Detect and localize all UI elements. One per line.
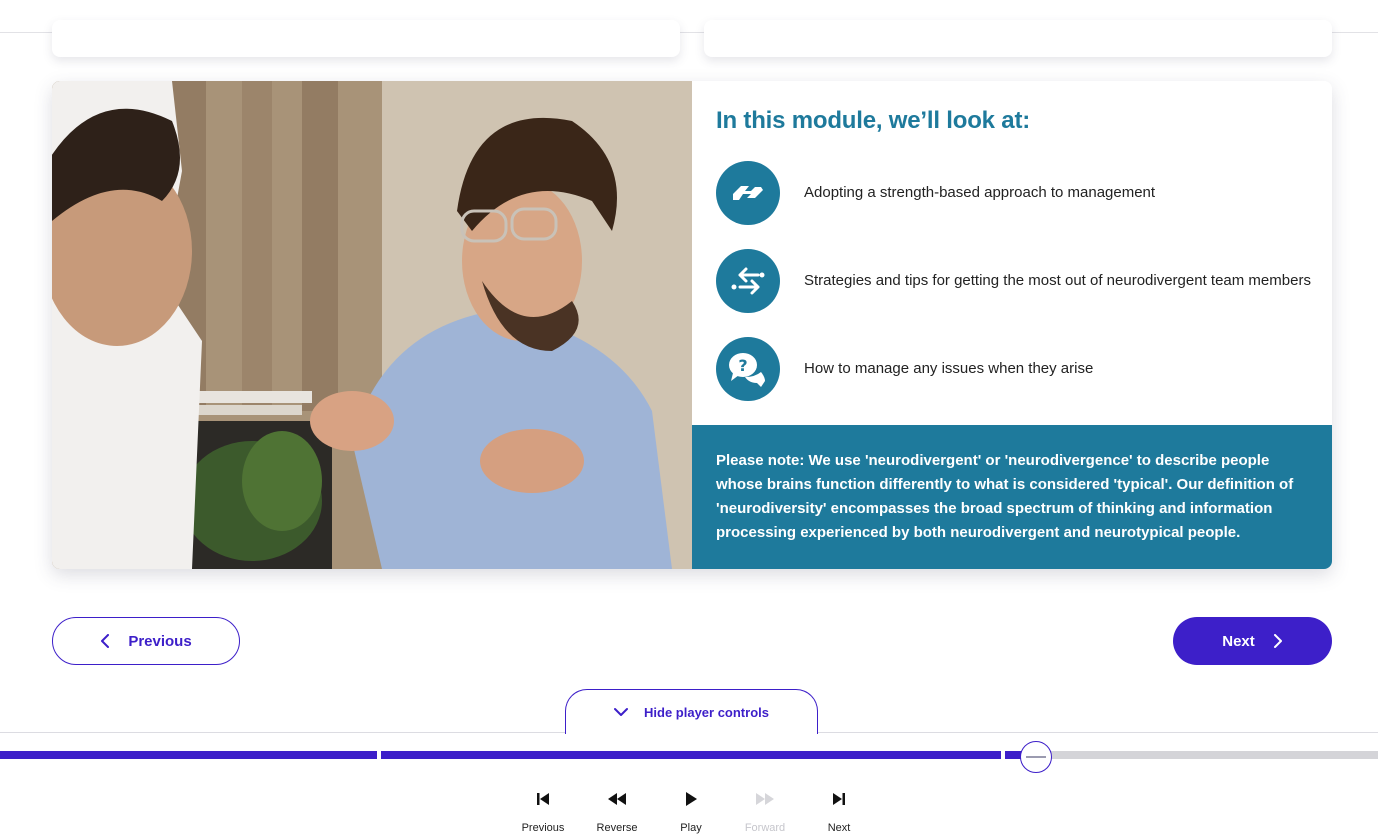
previous-section-card-left: [52, 20, 680, 57]
progress-segment: [0, 751, 377, 759]
scrubber-grip: [1026, 756, 1046, 758]
player-forward-button[interactable]: Forward: [730, 787, 800, 837]
module-overview-card: In this module, we’ll look at: Adopting …: [52, 81, 1332, 569]
topic-text: How to manage any issues when they arise: [804, 360, 1094, 377]
topic-text: Adopting a strength-based approach to ma…: [804, 184, 1156, 201]
question-chat-icon: ?: [716, 337, 780, 401]
module-heading: In this module, we’ll look at:: [716, 107, 1031, 134]
hide-player-controls-label: Hide player controls: [644, 704, 769, 720]
player-next-label: Next: [827, 822, 851, 834]
two-people-talking-photo: [52, 81, 692, 569]
previous-button-label: Previous: [128, 632, 192, 650]
player-forward-label: Forward: [744, 822, 786, 834]
chevron-down-icon: [614, 708, 628, 716]
neurodiversity-note: Please note: We use 'neurodivergent' or …: [692, 425, 1332, 569]
progress-segment: [381, 751, 1001, 759]
topic-item: Strategies and tips for getting the most…: [716, 249, 1316, 313]
player-reverse-label: Reverse: [596, 822, 638, 834]
progress-scrubber-handle[interactable]: [1020, 741, 1052, 773]
module-topics-panel: In this module, we’ll look at: Adopting …: [692, 81, 1332, 425]
skip-next-icon: [833, 793, 845, 805]
player-reverse-button[interactable]: Reverse: [582, 787, 652, 837]
next-button-label: Next: [1222, 632, 1255, 650]
swap-arrows-icon: [716, 249, 780, 313]
player-next-button[interactable]: Next: [804, 787, 874, 837]
svg-text:?: ?: [738, 356, 747, 375]
player-previous-button[interactable]: Previous: [508, 787, 578, 837]
topic-item: Adopting a strength-based approach to ma…: [716, 161, 1316, 225]
player-play-label: Play: [680, 822, 702, 834]
play-icon: [686, 792, 697, 806]
player-previous-label: Previous: [521, 822, 565, 834]
chevron-right-icon: [1273, 634, 1282, 648]
next-button[interactable]: Next: [1173, 617, 1332, 665]
player-play-button[interactable]: Play: [656, 787, 726, 837]
topic-item: ? How to manage any issues when they ari…: [716, 337, 1316, 401]
previous-section-card-right: [704, 20, 1332, 57]
hide-player-controls-button[interactable]: Hide player controls: [565, 689, 818, 734]
progress-bar[interactable]: [0, 751, 1378, 759]
chevron-left-icon: [101, 634, 110, 648]
progress-segment-current: [1005, 751, 1021, 759]
previous-button[interactable]: Previous: [52, 617, 240, 665]
skip-previous-icon: [537, 793, 549, 805]
progress-remaining: [1021, 751, 1378, 759]
topic-text: Strategies and tips for getting the most…: [804, 272, 1311, 289]
handshake-icon: [716, 161, 780, 225]
fast-forward-icon: [756, 793, 774, 805]
rewind-icon: [608, 793, 626, 805]
